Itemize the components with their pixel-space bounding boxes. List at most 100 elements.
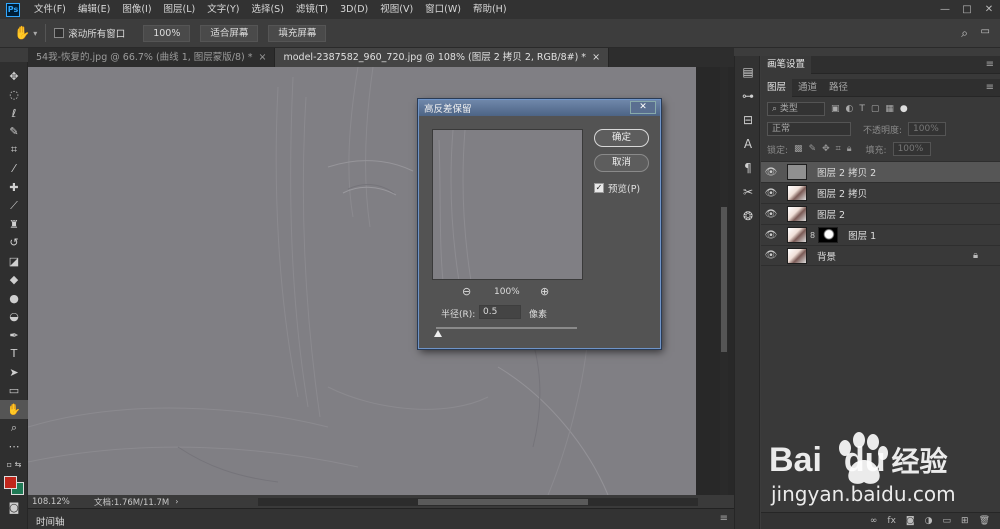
- visibility-eye-icon[interactable]: 👁︎: [761, 230, 781, 241]
- minimize-button[interactable]: —: [934, 0, 956, 19]
- move-tool-icon[interactable]: ✥: [0, 67, 28, 86]
- blend-mode-select[interactable]: 正常: [767, 122, 851, 136]
- panel-menu-icon[interactable]: ≡: [720, 513, 728, 524]
- layer-name[interactable]: 图层 2 拷贝 2: [817, 165, 876, 179]
- tab-document-1[interactable]: 54我-恢复的.jpg @ 66.7% (曲线 1, 图层蒙版/8) * ×: [28, 48, 276, 67]
- marquee-tool-icon[interactable]: ◌: [0, 86, 28, 105]
- menu-layer[interactable]: 图层(L): [158, 0, 202, 19]
- pen-tool-icon[interactable]: ✒: [0, 326, 28, 345]
- hand-tool-icon[interactable]: ✋: [14, 26, 30, 41]
- tool-presets-icon[interactable]: ✂: [735, 180, 761, 204]
- menu-select[interactable]: 选择(S): [245, 0, 289, 19]
- layer-name[interactable]: 图层 1: [848, 228, 876, 242]
- status-chevron-icon[interactable]: ›: [175, 497, 178, 506]
- tab-brush-settings[interactable]: 画笔设置: [761, 55, 812, 74]
- filter-toggle-icon[interactable]: ●: [900, 104, 908, 114]
- panel-menu-icon[interactable]: ≡: [986, 82, 994, 93]
- eyedropper-tool-icon[interactable]: ⁄: [0, 160, 28, 179]
- dodge-tool-icon[interactable]: ◒: [0, 308, 28, 327]
- mask-link-icon[interactable]: 8: [810, 231, 815, 240]
- visibility-eye-icon[interactable]: 👁︎: [761, 209, 781, 220]
- menu-help[interactable]: 帮助(H): [467, 0, 513, 19]
- lock-artboard-icon[interactable]: ⌗: [836, 144, 841, 154]
- tab-layers[interactable]: 图层: [761, 78, 793, 97]
- radius-slider-track[interactable]: [436, 327, 577, 329]
- properties-icon[interactable]: ⊟: [735, 108, 761, 132]
- workspace-icon[interactable]: ▭: [981, 26, 990, 37]
- clone-stamp-tool-icon[interactable]: ♜: [0, 215, 28, 234]
- visibility-eye-icon[interactable]: 👁︎: [761, 188, 781, 199]
- filter-preview[interactable]: [432, 129, 583, 280]
- fit-screen-button[interactable]: 适合屏幕: [200, 24, 259, 42]
- lock-all-icon[interactable]: 🔒︎: [847, 144, 852, 154]
- visibility-eye-icon[interactable]: 👁︎: [761, 250, 781, 261]
- layer-row[interactable]: 👁︎ 图层 2 拷贝: [761, 182, 1000, 203]
- filter-adjustment-icon[interactable]: ◐: [846, 104, 854, 114]
- tab-paths[interactable]: 路径: [823, 79, 854, 97]
- new-layer-icon[interactable]: ⊞: [961, 516, 969, 526]
- filter-shape-icon[interactable]: ▢: [871, 104, 880, 114]
- quick-select-tool-icon[interactable]: ✎: [0, 123, 28, 142]
- filter-type-icon[interactable]: T: [859, 104, 865, 114]
- fill-input[interactable]: 100%: [892, 142, 931, 156]
- tab-document-2[interactable]: model-2387582_960_720.jpg @ 108% (图层 2 拷…: [275, 48, 610, 67]
- paint-bucket-tool-icon[interactable]: ◆: [0, 271, 28, 290]
- zoom-out-icon[interactable]: ⊖: [462, 285, 471, 298]
- tab-close-icon[interactable]: ×: [259, 48, 267, 67]
- zoom-tool-icon[interactable]: ⌕: [0, 419, 28, 438]
- menu-filter[interactable]: 滤镜(T): [290, 0, 334, 19]
- adjustment-layer-icon[interactable]: ◑: [925, 516, 933, 526]
- vertical-scroll-thumb[interactable]: [721, 207, 727, 352]
- cancel-button[interactable]: 取消: [594, 154, 649, 172]
- close-window-button[interactable]: ✕: [978, 0, 1000, 19]
- visibility-eye-icon[interactable]: 👁︎: [761, 167, 781, 178]
- rectangle-tool-icon[interactable]: ▭: [0, 382, 28, 401]
- brush-tool-icon[interactable]: ⟋: [0, 197, 28, 216]
- menu-file[interactable]: 文件(F): [28, 0, 72, 19]
- menu-window[interactable]: 窗口(W): [419, 0, 467, 19]
- zoom-100-button[interactable]: 100%: [143, 24, 191, 42]
- layer-name[interactable]: 图层 2 拷贝: [817, 186, 867, 200]
- menu-3d[interactable]: 3D(D): [334, 0, 374, 19]
- layer-style-icon[interactable]: fx: [887, 516, 896, 526]
- timeline-tab[interactable]: 时间轴: [36, 514, 65, 528]
- layer-kind-filter[interactable]: ⌕ 类型: [767, 102, 825, 116]
- blur-tool-icon[interactable]: ●: [0, 289, 28, 308]
- more-tools-icon[interactable]: ⋯: [0, 437, 28, 456]
- layer-row[interactable]: 👁︎ 图层 2: [761, 203, 1000, 224]
- lock-transparent-icon[interactable]: ▩: [794, 144, 803, 154]
- preview-checkbox[interactable]: ✓: [594, 183, 604, 193]
- tab-close-icon[interactable]: ×: [592, 48, 600, 67]
- eraser-tool-icon[interactable]: ◪: [0, 252, 28, 271]
- layer-row[interactable]: 👁︎ 图层 2 拷贝 2: [761, 161, 1000, 182]
- libraries-icon[interactable]: ❂: [735, 204, 761, 228]
- lasso-tool-icon[interactable]: ℓ: [0, 104, 28, 123]
- delete-layer-icon[interactable]: 🗑︎: [979, 516, 990, 526]
- dialog-close-button[interactable]: ✕: [630, 101, 656, 114]
- filter-pixel-icon[interactable]: ▣: [831, 104, 840, 114]
- type-tool-icon[interactable]: T: [0, 345, 28, 364]
- character-icon[interactable]: A: [735, 132, 761, 156]
- foreground-color-swatch[interactable]: [4, 476, 17, 489]
- layer-row[interactable]: 👁︎ 8 图层 1: [761, 224, 1000, 245]
- menu-image[interactable]: 图像(I): [116, 0, 157, 19]
- path-select-tool-icon[interactable]: ➤: [0, 363, 28, 382]
- zoom-level[interactable]: 108.12%: [32, 497, 90, 507]
- swap-colors-icon[interactable]: ▫ ⇆: [0, 456, 28, 475]
- layer-name[interactable]: 图层 2: [817, 207, 845, 221]
- new-group-icon[interactable]: ▭: [943, 516, 952, 526]
- adjustments-icon[interactable]: ⊶: [735, 84, 761, 108]
- menu-edit[interactable]: 编辑(E): [72, 0, 116, 19]
- history-icon[interactable]: ▤: [735, 60, 761, 84]
- scroll-all-windows-checkbox[interactable]: [54, 28, 65, 38]
- filter-smart-icon[interactable]: ▦: [885, 104, 894, 114]
- panel-menu-icon[interactable]: ≡: [986, 59, 994, 70]
- lock-paint-icon[interactable]: ✎: [809, 144, 817, 154]
- search-icon[interactable]: ⌕: [961, 26, 968, 41]
- fill-screen-button[interactable]: 填充屏幕: [268, 24, 327, 42]
- healing-brush-tool-icon[interactable]: ✚: [0, 178, 28, 197]
- radius-input[interactable]: 0.5: [479, 305, 521, 319]
- maximize-button[interactable]: □: [956, 0, 978, 19]
- layer-name[interactable]: 背景: [817, 249, 836, 263]
- opacity-input[interactable]: 100%: [908, 122, 947, 136]
